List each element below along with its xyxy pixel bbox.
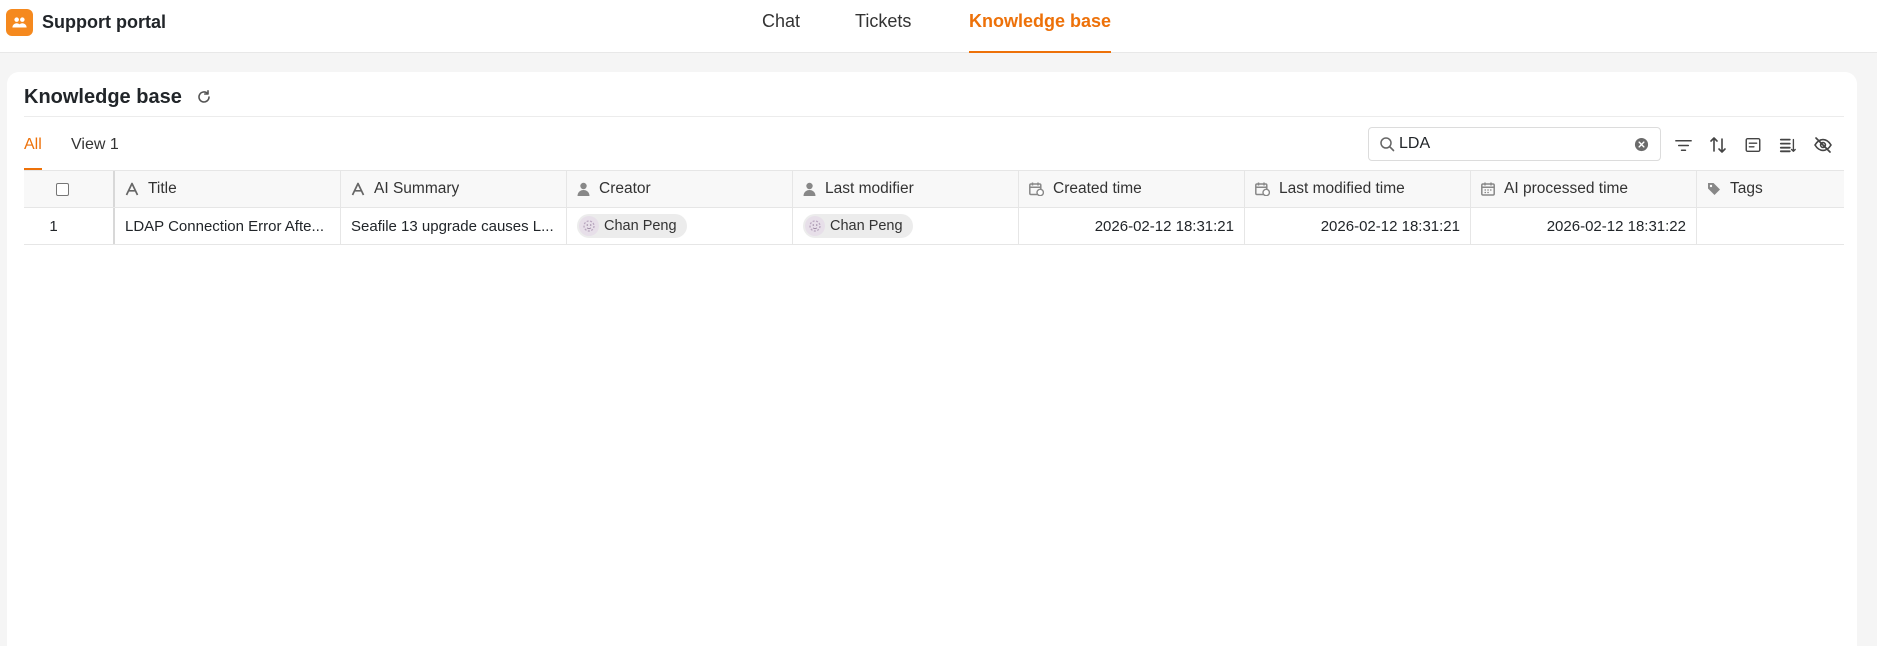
column-header-last-modified-time[interactable]: Last modified time [1245,171,1471,207]
last-modifier-chip: Chan Peng [803,214,913,238]
column-label: AI Summary [374,180,460,197]
calendar-clock-icon [1029,182,1044,196]
created-time-value: 2026-02-12 18:31:21 [1094,217,1234,235]
select-all-cell [24,171,115,207]
table-header: Title AI Summary Creator Last modifier C… [24,170,1844,208]
nav-tab-label: Tickets [855,11,912,31]
view-tab-all[interactable]: All [24,136,42,170]
creator-name: Chan Peng [604,218,677,234]
creator-chip: Chan Peng [577,214,687,238]
column-label: Last modifier [825,180,914,197]
table-row[interactable]: 1 LDAP Connection Error Afte... Seafile … [24,208,1844,245]
search-icon [1379,136,1395,157]
nav-tab-knowledge-base[interactable]: Knowledge base [969,11,1112,53]
calendar-clock-icon [1255,182,1270,196]
last-modifier-cell[interactable]: Chan Peng [793,208,1019,244]
person-icon [803,182,816,196]
search-box[interactable] [1368,127,1661,161]
creator-cell[interactable]: Chan Peng [567,208,793,244]
text-icon [351,182,365,196]
column-label: Created time [1053,180,1142,197]
view-tab-view-1[interactable]: View 1 [71,136,119,170]
page-title: Knowledge base [24,85,182,108]
last-modifier-name: Chan Peng [830,218,903,234]
records-table: Title AI Summary Creator Last modifier C… [24,170,1844,245]
view-tab-label: All [24,136,42,153]
created-time-cell[interactable]: 2026-02-12 18:31:21 [1019,208,1245,244]
column-header-ai-summary[interactable]: AI Summary [341,171,567,207]
avatar [579,216,599,236]
sort-icon[interactable] [1708,135,1728,155]
ai-processed-time-value: 2026-02-12 18:31:22 [1546,217,1686,235]
ai-processed-time-cell[interactable]: 2026-02-12 18:31:22 [1471,208,1697,244]
clear-search-icon[interactable] [1634,137,1649,157]
header-divider [24,116,1844,117]
hide-columns-icon[interactable] [1813,135,1833,155]
column-header-ai-processed-time[interactable]: AI processed time [1471,171,1697,207]
row-index: 1 [49,217,58,235]
column-label: AI processed time [1504,180,1629,197]
refresh-icon[interactable] [196,89,212,105]
main-nav: Chat Tickets Knowledge base [0,0,1877,53]
group-icon[interactable] [1743,135,1763,155]
view-tab-label: View 1 [71,136,119,153]
column-label: Last modified time [1279,180,1405,197]
last-modified-time-value: 2026-02-12 18:31:21 [1320,217,1460,235]
nav-tab-tickets[interactable]: Tickets [855,11,911,53]
select-all-checkbox[interactable] [56,182,69,196]
knowledge-base-card: Knowledge base All View 1 LDA Title AI S… [7,72,1857,646]
search-input[interactable] [1399,134,1619,154]
row-height-icon[interactable] [1778,135,1798,155]
title-cell[interactable]: LDAP Connection Error Afte... [115,208,341,244]
tag-icon [1707,182,1721,196]
column-label: Creator [599,180,651,197]
column-label: Tags [1730,180,1763,197]
column-header-last-modifier[interactable]: Last modifier [793,171,1019,207]
calendar-icon [1481,182,1495,196]
top-bar: Support portal Chat Tickets Knowledge ba… [0,0,1877,53]
text-icon [125,182,139,196]
avatar [805,216,825,236]
nav-tab-chat[interactable]: Chat [762,11,800,53]
column-label: Title [148,180,177,197]
card-header: Knowledge base [24,82,212,112]
nav-tab-label: Chat [762,11,801,31]
column-header-title[interactable]: Title [115,171,341,207]
title-value: LDAP Connection Error Afte... [125,217,324,235]
column-header-created-time[interactable]: Created time [1019,171,1245,207]
column-header-creator[interactable]: Creator [567,171,793,207]
last-modified-time-cell[interactable]: 2026-02-12 18:31:21 [1245,208,1471,244]
nav-tab-label: Knowledge base [969,11,1112,31]
column-header-tags[interactable]: Tags [1697,171,1844,207]
person-icon [577,182,590,196]
row-index-cell: 1 [24,208,115,244]
filter-icon[interactable] [1673,135,1693,155]
ai-summary-cell[interactable]: Seafile 13 upgrade causes L... [341,208,567,244]
ai-summary-value: Seafile 13 upgrade causes L... [351,217,554,235]
tags-cell[interactable] [1697,208,1844,244]
